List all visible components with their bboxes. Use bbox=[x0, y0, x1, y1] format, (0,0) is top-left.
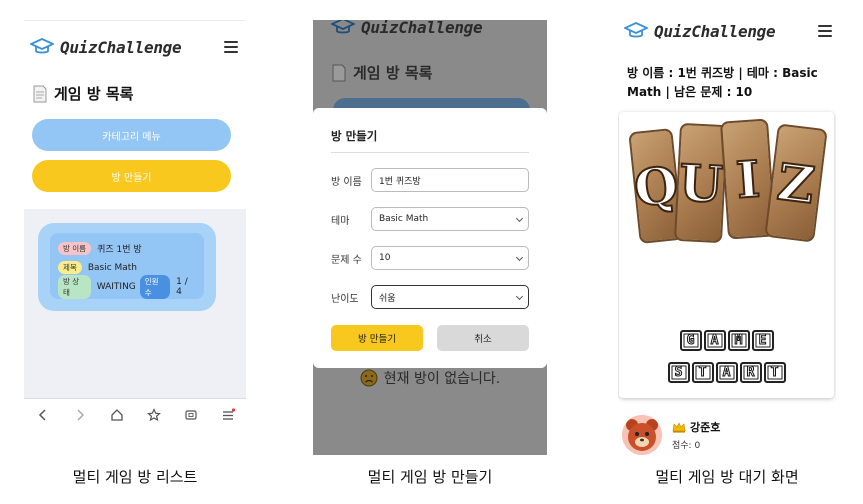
page-title: 게임 방 목록 bbox=[331, 62, 432, 83]
difficulty-select-value: 쉬움 bbox=[379, 293, 396, 304]
tabs-icon[interactable] bbox=[184, 408, 198, 422]
create-room-modal: 방 만들기 방 이름 1번 퀴즈방 테마 Basic Math 문제 수 10 … bbox=[313, 108, 547, 368]
room-card[interactable]: 방 이름 퀴즈 1번 방 제목 Basic Math 방 상태 WAITING … bbox=[38, 223, 216, 311]
room-name-input[interactable]: 1번 퀴즈방 bbox=[371, 168, 529, 192]
empty-message: 현재 방이 없습니다. bbox=[383, 371, 501, 387]
sad-face-icon bbox=[360, 369, 378, 387]
back-icon[interactable] bbox=[36, 408, 50, 422]
room-name-label: 방 이름 bbox=[331, 176, 362, 188]
browser-bottom-nav bbox=[24, 398, 246, 430]
create-room-button[interactable]: 방 만들기 bbox=[32, 160, 231, 192]
room-list-screen: QuizChallenge 게임 방 목록 카테고리 메뉴 방 만들기 방 이름… bbox=[24, 20, 246, 430]
graduation-cap-icon bbox=[331, 20, 355, 34]
app-header: QuizChallenge bbox=[618, 8, 836, 54]
room-topic-chip: 제목 bbox=[58, 261, 82, 274]
caption-waiting-room: 멀티 게임 방 대기 화면 bbox=[655, 468, 799, 486]
question-count-select-value: 10 bbox=[379, 253, 391, 263]
game-letter: G bbox=[679, 330, 702, 351]
app-logo-text[interactable]: QuizChallenge bbox=[60, 38, 182, 57]
crown-icon bbox=[672, 421, 686, 433]
game-letter: M bbox=[727, 330, 750, 351]
graduation-cap-icon bbox=[624, 22, 648, 38]
app-header: QuizChallenge bbox=[24, 21, 246, 73]
modal-cancel-button[interactable]: 취소 bbox=[437, 325, 529, 351]
start-letter: S bbox=[667, 362, 690, 383]
avatar bbox=[622, 415, 662, 455]
category-menu-button[interactable]: 카테고리 메뉴 bbox=[32, 119, 231, 151]
room-name-input-value: 1번 퀴즈방 bbox=[379, 176, 421, 187]
modal-title: 방 만들기 bbox=[331, 128, 529, 153]
room-name-value: 퀴즈 1번 방 bbox=[97, 245, 142, 255]
page-title-text: 게임 방 목록 bbox=[353, 64, 433, 82]
more-menu-icon[interactable] bbox=[221, 407, 235, 422]
room-status-chip: 방 상태 bbox=[58, 274, 91, 299]
quiz-tile-u: U bbox=[673, 122, 729, 244]
chevron-down-icon bbox=[515, 292, 524, 301]
quiz-tile-z: Z bbox=[764, 123, 828, 243]
page-title-text: 게임 방 목록 bbox=[54, 85, 134, 103]
create-room-screen: QuizChallenge 게임 방 목록 방 만들기 방 이름 1번 퀴즈방 … bbox=[313, 20, 547, 455]
menu-icon[interactable] bbox=[224, 41, 238, 53]
player-entry: 강준호 점수: 0 bbox=[622, 415, 720, 455]
difficulty-label: 난이도 bbox=[331, 293, 359, 305]
theme-select-value: Basic Math bbox=[379, 214, 429, 224]
quiz-start-card[interactable]: Q U I Z G A M E S T A R T bbox=[619, 112, 834, 398]
game-word: G A M E bbox=[619, 330, 834, 351]
start-letter: A bbox=[715, 362, 738, 383]
player-score: 점수: 0 bbox=[672, 441, 701, 451]
graduation-cap-icon bbox=[30, 38, 54, 54]
start-letter: T bbox=[691, 362, 714, 383]
caption-create-room: 멀티 게임 방 만들기 bbox=[367, 468, 493, 486]
room-name-chip: 방 이름 bbox=[58, 242, 92, 255]
page-title: 게임 방 목록 bbox=[32, 83, 133, 104]
game-letter: A bbox=[703, 330, 726, 351]
game-letter: E bbox=[751, 330, 774, 351]
chevron-down-icon bbox=[515, 214, 524, 223]
empty-state: 현재 방이 없습니다. bbox=[313, 368, 547, 388]
room-players-chip: 인원수 bbox=[139, 274, 171, 299]
start-letter: R bbox=[739, 362, 762, 383]
modal-create-button[interactable]: 방 만들기 bbox=[331, 325, 423, 351]
room-players-value: 1 / 4 bbox=[176, 276, 188, 297]
room-list: 방 이름 퀴즈 1번 방 제목 Basic Math 방 상태 WAITING … bbox=[24, 209, 246, 399]
difficulty-select[interactable]: 쉬움 bbox=[371, 285, 529, 309]
chevron-down-icon bbox=[515, 253, 524, 262]
document-icon bbox=[332, 64, 346, 81]
app-logo-text[interactable]: QuizChallenge bbox=[654, 22, 776, 41]
home-icon[interactable] bbox=[110, 408, 124, 422]
waiting-room-screen: QuizChallenge 방 이름 : 1번 퀴즈방 | 테마 : Basic… bbox=[618, 8, 836, 458]
room-topic-value: Basic Math bbox=[87, 262, 138, 273]
caption-room-list: 멀티 게임 방 리스트 bbox=[72, 468, 198, 486]
start-word: S T A R T bbox=[619, 362, 834, 383]
forward-icon[interactable] bbox=[73, 408, 87, 422]
question-count-label: 문제 수 bbox=[331, 254, 362, 266]
theme-label: 테마 bbox=[331, 215, 350, 227]
start-letter: T bbox=[763, 362, 786, 383]
theme-select[interactable]: Basic Math bbox=[371, 207, 529, 231]
question-count-select[interactable]: 10 bbox=[371, 246, 529, 270]
player-name: 강준호 bbox=[690, 421, 721, 434]
room-status-value: WAITING bbox=[96, 281, 136, 292]
document-icon bbox=[33, 85, 47, 102]
bookmark-star-icon[interactable] bbox=[146, 407, 161, 422]
menu-icon[interactable] bbox=[818, 25, 832, 37]
app-header: QuizChallenge bbox=[313, 20, 547, 37]
room-info: 방 이름 : 1번 퀴즈방 | 테마 : Basic Math | 남은 문제 … bbox=[627, 66, 818, 99]
app-logo-text[interactable]: QuizChallenge bbox=[361, 20, 483, 37]
